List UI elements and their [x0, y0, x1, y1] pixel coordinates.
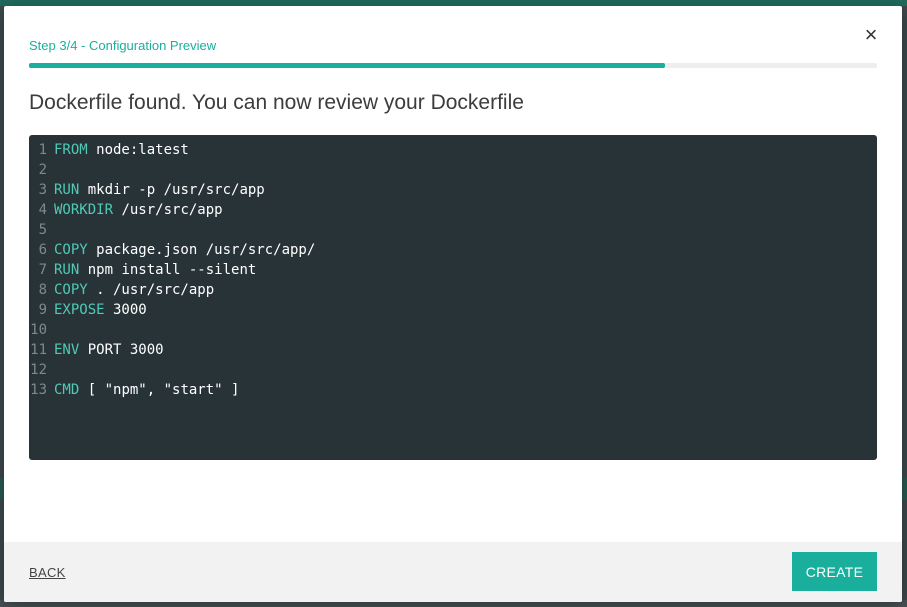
- line-number: 10: [30, 322, 47, 338]
- code-keyword: WORKDIR: [54, 202, 114, 218]
- code-keyword: COPY: [54, 242, 88, 258]
- line-number: 8: [38, 282, 47, 298]
- code-argument: PORT 3000: [79, 342, 164, 358]
- back-button[interactable]: BACK: [29, 565, 66, 580]
- code-line: 1 FROM node:latest: [29, 140, 877, 160]
- dockerfile-code-editor[interactable]: 1 FROM node:latest 2 3 RUN mkdir -p /usr/src…: [29, 135, 877, 460]
- line-number: 6: [38, 242, 47, 258]
- progress-bar: [29, 63, 877, 68]
- line-number: 9: [38, 302, 47, 318]
- code-argument: package.json /usr/src/app/: [87, 242, 316, 258]
- line-number: 5: [38, 222, 47, 238]
- code-argument: . /usr/src/app: [87, 282, 215, 298]
- code-line: 8 COPY . /usr/src/app: [29, 280, 877, 300]
- code-line: 10: [29, 320, 877, 340]
- code-line: 12: [29, 360, 877, 380]
- step-label: Step 3/4 - Configuration Preview: [29, 38, 217, 53]
- code-argument: /usr/src/app: [113, 202, 223, 218]
- code-line: 2: [29, 160, 877, 180]
- code-line: 7 RUN npm install --silent: [29, 260, 877, 280]
- code-line: 6 COPY package.json /usr/src/app/: [29, 240, 877, 260]
- code-line: 5: [29, 220, 877, 240]
- code-argument: node:latest: [87, 142, 189, 158]
- line-number: 1: [38, 142, 47, 158]
- code-keyword: FROM: [54, 142, 88, 158]
- code-argument: mkdir -p /usr/src/app: [79, 182, 265, 198]
- line-number: 4: [38, 202, 47, 218]
- code-line: 13 CMD [ "npm", "start" ]: [29, 380, 877, 400]
- code-line: 3 RUN mkdir -p /usr/src/app: [29, 180, 877, 200]
- progress-fill: [29, 63, 665, 68]
- configuration-modal: × Step 3/4 - Configuration Preview Docke…: [4, 6, 902, 602]
- code-argument: npm install --silent: [79, 262, 257, 278]
- code-keyword: CMD: [54, 382, 80, 398]
- line-number: 7: [38, 262, 47, 278]
- code-line: 11 ENV PORT 3000: [29, 340, 877, 360]
- close-icon[interactable]: ×: [860, 24, 882, 46]
- create-button[interactable]: CREATE: [792, 552, 877, 591]
- code-keyword: COPY: [54, 282, 88, 298]
- code-argument: [ "npm", "start" ]: [79, 382, 240, 398]
- page-title: Dockerfile found. You can now review you…: [29, 91, 524, 114]
- line-number: 12: [30, 362, 47, 378]
- code-argument: 3000: [104, 302, 147, 318]
- code-line: 4 WORKDIR /usr/src/app: [29, 200, 877, 220]
- code-keyword: RUN: [54, 262, 80, 278]
- line-number: 13: [30, 382, 47, 398]
- code-keyword: EXPOSE: [54, 302, 105, 318]
- modal-footer: BACK CREATE: [4, 542, 902, 602]
- code-keyword: RUN: [54, 182, 80, 198]
- code-keyword: ENV: [54, 342, 80, 358]
- line-number: 11: [30, 342, 47, 358]
- line-number: 3: [38, 182, 47, 198]
- code-line: 9 EXPOSE 3000: [29, 300, 877, 320]
- line-number: 2: [38, 162, 47, 178]
